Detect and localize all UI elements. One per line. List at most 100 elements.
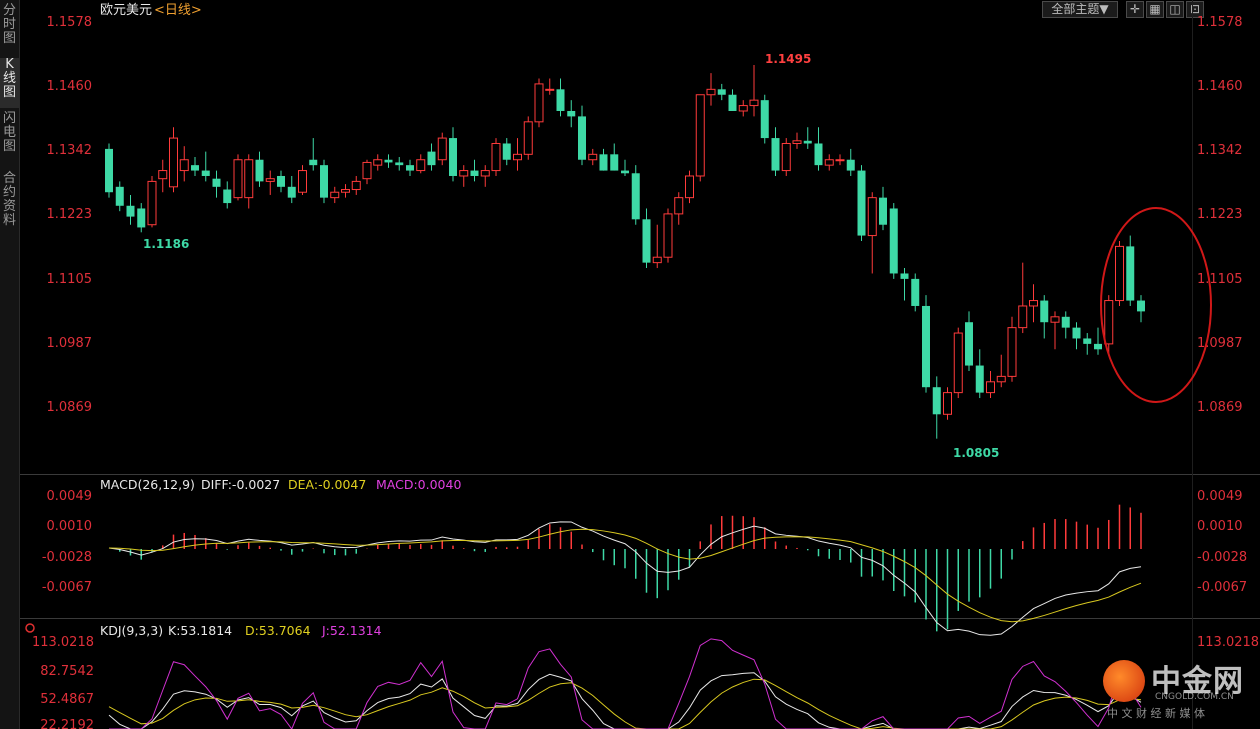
low-annotation-1: 1.1186 — [143, 237, 189, 251]
candle-body — [384, 159, 393, 163]
candle-body — [1007, 327, 1017, 377]
candle-body — [449, 138, 457, 176]
candle-body — [781, 142, 791, 172]
candle-body — [416, 159, 426, 172]
macd-title: MACD(26,12,9) — [100, 477, 195, 492]
candle-body — [975, 365, 984, 393]
candle-body — [631, 173, 640, 220]
candle-body — [567, 110, 576, 117]
tab-contract-info-label: 合约资料 — [2, 171, 16, 228]
tab-intraday[interactable]: 分时图 — [0, 4, 19, 52]
instrument-title: 欧元美元 — [100, 3, 152, 18]
candle-body — [588, 153, 598, 161]
candle-body — [889, 208, 898, 274]
candle-body — [244, 159, 254, 199]
y-tick-left: 1.1342 — [47, 143, 93, 158]
candle-body — [287, 186, 296, 198]
candle-body — [523, 121, 533, 155]
candle-body — [652, 256, 662, 264]
y-tick-right: 1.1105 — [1197, 272, 1243, 287]
watermark-domain: CNGOLD.COM.CN — [1155, 692, 1234, 702]
y-tick-right: 1.1223 — [1197, 207, 1243, 222]
candle-body — [706, 88, 716, 96]
kdj-y-tick-left: 52.4867 — [40, 692, 94, 707]
candle-body — [126, 205, 135, 217]
candle-body — [179, 159, 189, 172]
candle-body — [115, 186, 124, 206]
candle-body — [771, 138, 780, 171]
candle-body — [1029, 300, 1038, 307]
candle-body — [953, 332, 963, 394]
candle-body — [1137, 300, 1145, 312]
candle-body — [932, 387, 941, 415]
macd-diff-label: DIFF:-0.0027 — [201, 477, 280, 492]
candle-body — [437, 137, 447, 161]
candle-body — [1061, 316, 1070, 328]
highlight-ellipse — [1100, 207, 1212, 403]
candle-body — [738, 105, 748, 112]
candle-body — [663, 213, 673, 258]
candle-body — [879, 197, 887, 225]
kdj-k-line — [108, 672, 1142, 729]
candle-body — [427, 151, 436, 166]
candle-body — [534, 83, 544, 123]
candle-body — [320, 165, 328, 198]
watermark: 中金网 CNGOLD.COM.CN 中 文 财 经 新 媒 体 — [1103, 656, 1253, 726]
candle-body — [1040, 300, 1049, 323]
candle-body — [169, 137, 178, 188]
candle-body — [922, 305, 930, 388]
tab-flash[interactable]: 闪电图 — [0, 112, 19, 160]
candle-body — [298, 170, 307, 193]
candle-body — [147, 180, 157, 226]
macd-y-tick-right: 0.0010 — [1197, 519, 1243, 534]
candle-body — [674, 197, 684, 215]
candle-body — [814, 143, 823, 166]
y-tick-right: 1.1342 — [1197, 143, 1243, 158]
y-tick-right: 1.0987 — [1197, 336, 1243, 351]
candle-body — [1018, 305, 1028, 329]
candle-body — [1050, 316, 1060, 323]
candle-body — [857, 170, 866, 236]
settings-dot-icon[interactable] — [25, 623, 35, 633]
kdj-k-label: K:53.1814 — [168, 623, 232, 638]
candle-body — [1083, 338, 1092, 344]
candle-body — [911, 278, 920, 306]
candle-body — [760, 100, 769, 139]
candle-body — [212, 178, 221, 187]
candle-body — [406, 165, 414, 171]
candle-body — [1094, 343, 1102, 350]
candle-body — [996, 375, 1006, 383]
kdj-y-tick-right: 113.0218 — [1197, 635, 1259, 650]
macd-dea-label: DEA:-0.0047 — [288, 477, 366, 492]
period-label: <日线> — [154, 3, 202, 18]
candle-body — [943, 392, 952, 415]
candle-body — [395, 162, 404, 166]
y-tick-left: 1.0987 — [47, 336, 93, 351]
tab-contract-info[interactable]: 合约资料 — [0, 172, 19, 234]
candle-body — [373, 159, 383, 166]
y-tick-left: 1.0869 — [47, 400, 93, 415]
candle-body — [717, 89, 726, 95]
candle-body — [1115, 245, 1124, 302]
candle-body — [277, 175, 285, 187]
candle-body — [191, 165, 199, 171]
candle-body — [491, 142, 501, 172]
candle-body — [545, 88, 555, 91]
candle-body — [223, 189, 232, 204]
candle-body — [642, 219, 651, 263]
macd-y-tick-left: -0.0028 — [42, 550, 92, 565]
y-tick-left: 1.1223 — [47, 207, 93, 222]
y-tick-left: 1.1105 — [47, 272, 93, 287]
kdj-title: KDJ(9,3,3) — [100, 623, 163, 638]
y-tick-left: 1.1578 — [47, 15, 93, 30]
candle-body — [158, 170, 168, 180]
candle-body — [480, 170, 490, 177]
tab-kline[interactable]: K线图 — [0, 58, 19, 108]
candle-body — [459, 170, 469, 177]
kdj-d-label: D:53.7064 — [245, 623, 311, 638]
candle-body — [233, 159, 243, 199]
candle-body — [201, 170, 210, 176]
candle-body — [362, 161, 372, 180]
candle-body — [728, 94, 737, 111]
high-annotation: 1.1495 — [765, 52, 811, 66]
